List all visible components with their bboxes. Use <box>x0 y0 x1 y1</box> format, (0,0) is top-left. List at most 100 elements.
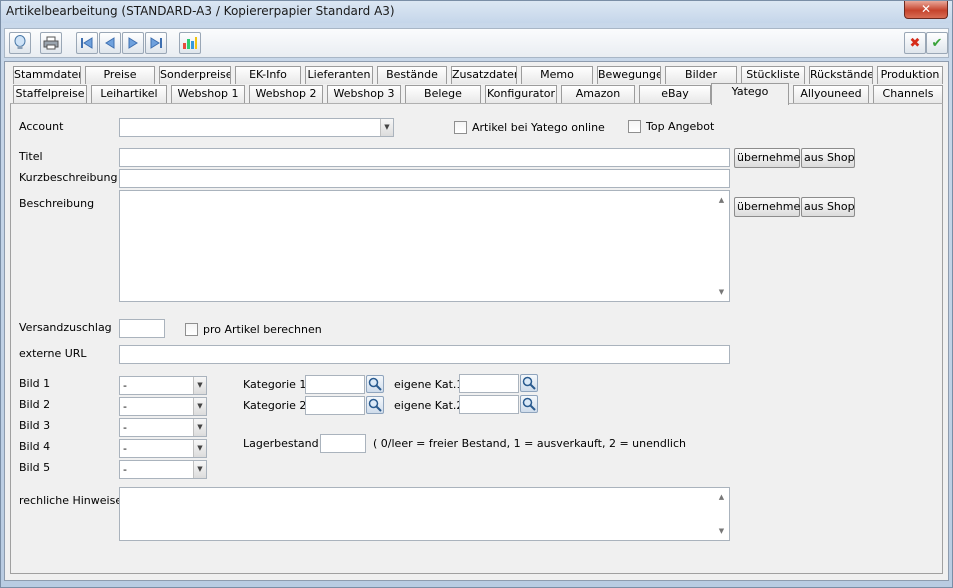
bild-3-label: Bild 3 <box>19 419 51 432</box>
versandzuschlag-input[interactable] <box>119 319 165 338</box>
scroll-up-icon[interactable]: ▲ <box>714 490 729 504</box>
chevron-down-icon: ▼ <box>380 119 393 136</box>
tab-konfigurator[interactable]: Konfigurator <box>485 85 557 103</box>
print-button[interactable] <box>40 32 62 54</box>
kategorie-2-input[interactable] <box>305 396 365 415</box>
kategorie-1-search-button[interactable] <box>366 375 384 393</box>
bild-1-label: Bild 1 <box>19 377 51 390</box>
search-icon <box>522 397 536 411</box>
beschreibung-scrollbar[interactable]: ▲ ▼ <box>714 191 729 301</box>
lagerbestand-label: Lagerbestand <box>243 437 319 450</box>
tab-preise[interactable]: Preise <box>85 66 155 84</box>
tab-staffelpreise[interactable]: Staffelpreise <box>13 85 87 103</box>
print-icon <box>43 36 59 50</box>
beschreibung-label: Beschreibung <box>19 197 95 210</box>
tab-allyouneed[interactable]: Allyouneed <box>793 85 869 103</box>
tab-ebay[interactable]: eBay <box>639 85 711 103</box>
tab-webshop-2[interactable]: Webshop 2 <box>249 85 323 103</box>
tab-memo[interactable]: Memo <box>521 66 593 84</box>
tab-produktion[interactable]: Produktion <box>877 66 943 84</box>
kurzbeschreibung-input[interactable] <box>119 169 730 188</box>
cancel-button[interactable]: ✖ <box>904 32 926 54</box>
eigene-kat-2-input[interactable] <box>459 395 519 414</box>
titel-aus-shop-button[interactable]: aus Shop <box>801 148 855 168</box>
toolbar: ✖ ✔ <box>4 28 949 58</box>
beschreibung-uebernehmen-button[interactable]: übernehmen <box>734 197 807 217</box>
tab-amazon[interactable]: Amazon <box>561 85 635 103</box>
last-record-button[interactable] <box>145 32 167 54</box>
tab-lieferanten[interactable]: Lieferanten <box>305 66 373 84</box>
titel-input[interactable] <box>119 148 730 167</box>
tab-rueckstaende[interactable]: Rückstände <box>809 66 873 84</box>
bild-4-label: Bild 4 <box>19 440 51 453</box>
account-select[interactable]: ▼ <box>119 118 394 137</box>
statistics-button[interactable] <box>179 32 201 54</box>
hint-button[interactable] <box>9 32 31 54</box>
close-window-button[interactable]: ✕ <box>904 1 948 19</box>
tab-zusatzdaten[interactable]: Zusatzdaten <box>451 66 517 84</box>
bild-5-label: Bild 5 <box>19 461 51 474</box>
hinweise-textarea[interactable]: ▲ ▼ <box>119 487 730 541</box>
externe-url-input[interactable] <box>119 345 730 364</box>
chart-icon <box>183 37 197 49</box>
yatego-tab-content: Account ▼ Artikel bei Yatego online Top … <box>10 103 943 574</box>
tab-bewegungen[interactable]: Bewegungen <box>597 66 661 84</box>
tab-webshop-1[interactable]: Webshop 1 <box>171 85 245 103</box>
kategorie-2-search-button[interactable] <box>366 396 384 414</box>
tab-bestaende[interactable]: Bestände <box>377 66 447 84</box>
yatego-online-checkbox[interactable] <box>454 121 467 134</box>
eigene-kat-2-search-button[interactable] <box>520 395 538 413</box>
tab-sonderpreise[interactable]: Sonderpreise <box>159 66 231 84</box>
tab-leihartikel[interactable]: Leihartikel <box>91 85 167 103</box>
lightbulb-icon <box>14 35 26 49</box>
eigene-kat-1-label: eigene Kat.1 <box>394 378 464 391</box>
tab-channels[interactable]: Channels <box>873 85 943 103</box>
top-angebot-label: Top Angebot <box>646 120 715 133</box>
search-icon <box>522 376 536 390</box>
bild-4-select[interactable]: - ▼ <box>119 439 207 458</box>
titel-uebernehmen-button[interactable]: übernehmen <box>734 148 807 168</box>
next-record-button[interactable] <box>122 32 144 54</box>
tab-stammdaten[interactable]: Stammdaten <box>13 66 81 84</box>
top-angebot-checkbox[interactable] <box>628 120 641 133</box>
scroll-down-icon[interactable]: ▼ <box>714 524 729 538</box>
beschreibung-textarea[interactable]: ▲ ▼ <box>119 190 730 302</box>
next-record-icon <box>128 37 138 49</box>
eigene-kat-1-search-button[interactable] <box>520 374 538 392</box>
tab-stueckliste[interactable]: Stückliste <box>741 66 805 84</box>
chevron-down-icon: ▼ <box>193 440 206 457</box>
hinweise-label: rechliche Hinweise <box>19 494 123 507</box>
kategorie-1-input[interactable] <box>305 375 365 394</box>
beschreibung-aus-shop-button[interactable]: aus Shop <box>801 197 855 217</box>
first-record-icon <box>81 37 93 49</box>
chevron-down-icon: ▼ <box>193 461 206 478</box>
pro-artikel-checkbox[interactable] <box>185 323 198 336</box>
scroll-up-icon[interactable]: ▲ <box>714 193 729 207</box>
bild-1-select[interactable]: - ▼ <box>119 376 207 395</box>
prev-record-button[interactable] <box>99 32 121 54</box>
tab-belege[interactable]: Belege <box>405 85 481 103</box>
eigene-kat-1-input[interactable] <box>459 374 519 393</box>
bild-2-select[interactable]: - ▼ <box>119 397 207 416</box>
tab-webshop-3[interactable]: Webshop 3 <box>327 85 401 103</box>
scroll-down-icon[interactable]: ▼ <box>714 285 729 299</box>
versandzuschlag-label: Versandzuschlag <box>19 321 112 334</box>
kategorie-1-label: Kategorie 1 <box>243 378 307 391</box>
tab-bilder[interactable]: Bilder <box>665 66 737 84</box>
first-record-button[interactable] <box>76 32 98 54</box>
bild-3-select[interactable]: - ▼ <box>119 418 207 437</box>
hinweise-scrollbar[interactable]: ▲ ▼ <box>714 488 729 540</box>
account-label: Account <box>19 120 64 133</box>
last-record-icon <box>150 37 162 49</box>
ok-button[interactable]: ✔ <box>926 32 948 54</box>
kurzbeschreibung-label: Kurzbeschreibung <box>19 171 118 184</box>
titel-label: Titel <box>19 150 43 163</box>
tab-panel: Stammdaten Preise Sonderpreise EK-Info L… <box>4 61 949 581</box>
tab-ek-info[interactable]: EK-Info <box>235 66 301 84</box>
eigene-kat-2-label: eigene Kat.2 <box>394 399 464 412</box>
lagerbestand-input[interactable] <box>320 434 366 453</box>
tab-yatego[interactable]: Yatego <box>711 83 789 105</box>
pro-artikel-label: pro Artikel berechnen <box>203 323 322 336</box>
bild-5-select[interactable]: - ▼ <box>119 460 207 479</box>
lagerbestand-hint: ( 0/leer = freier Bestand, 1 = ausverkau… <box>373 437 686 450</box>
